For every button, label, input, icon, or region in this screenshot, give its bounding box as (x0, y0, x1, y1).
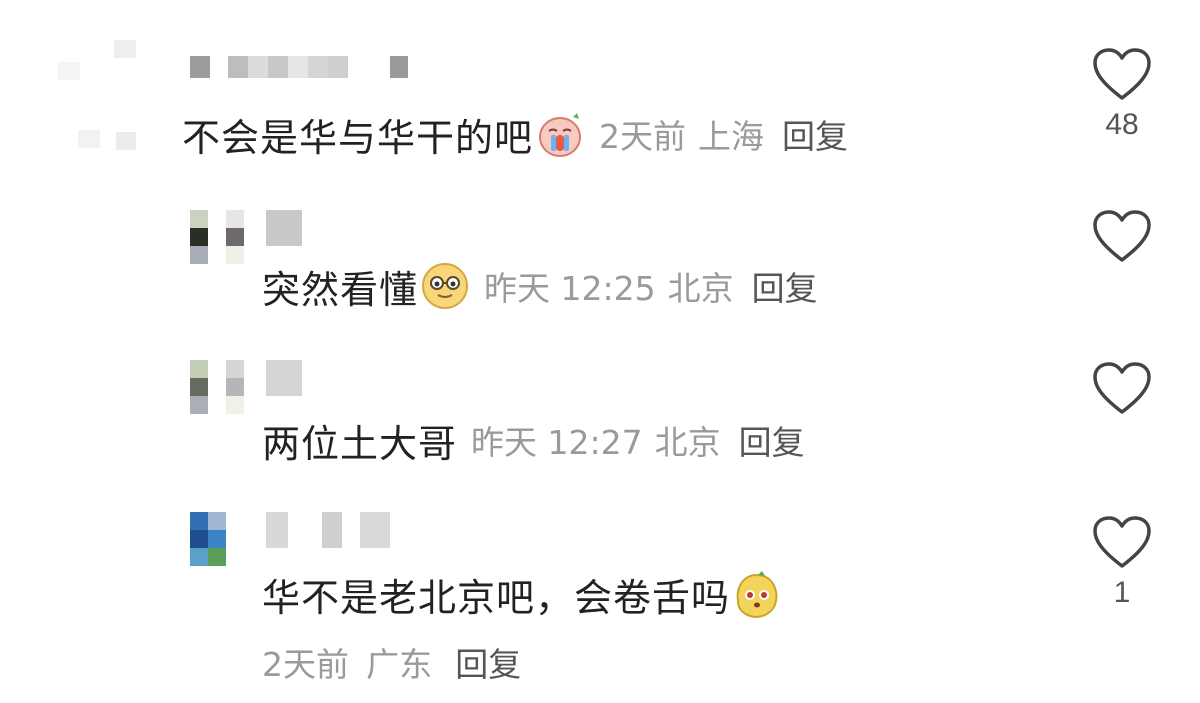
comment-line: 两位土大哥 昨天 12:27 北京 回复 (262, 414, 805, 466)
heart-icon (1093, 516, 1151, 568)
comment-location: 上海 (698, 117, 765, 156)
like-button[interactable] (1090, 210, 1154, 264)
comment-location: 北京 (667, 269, 734, 308)
comment-line: 不会是华与华干的吧 2天前 上海 回复 (182, 108, 848, 160)
comment-location: 北京 (654, 423, 721, 462)
comment-location: 广东 (366, 645, 433, 684)
like-button[interactable]: 1 (1090, 516, 1154, 610)
heart-icon (1093, 362, 1151, 414)
avatar-blurred[interactable] (58, 40, 138, 150)
comment-line: 华不是老北京吧，会卷舌吗 (262, 568, 782, 620)
username-blurred[interactable] (266, 360, 302, 400)
avatar-blurred[interactable] (190, 512, 244, 566)
comment-text: 两位土大哥 (262, 421, 458, 466)
comment-text: 突然看懂 (262, 267, 419, 312)
comment-time: 2天前 (599, 117, 687, 156)
comment-4: 华不是老北京吧，会卷舌吗 2天前 广东 回复 1 (0, 490, 1200, 703)
heart-icon (1093, 210, 1151, 262)
like-button[interactable] (1090, 362, 1154, 416)
comment-time: 昨天 12:27 (471, 423, 643, 462)
username-blurred[interactable] (190, 56, 408, 96)
comment-time: 2天前 (262, 645, 349, 684)
avatar-blurred[interactable] (190, 360, 244, 414)
mango-face-emoji-icon (736, 571, 778, 619)
like-count: 1 (1113, 576, 1131, 609)
comment-1: 不会是华与华干的吧 2天前 上海 回复 48 (0, 0, 1200, 180)
heart-icon (1093, 48, 1151, 100)
crying-face-emoji-icon (539, 113, 582, 157)
username-blurred[interactable] (266, 512, 390, 552)
comment-3: 两位土大哥 昨天 12:27 北京 回复 (0, 330, 1200, 490)
reply-button[interactable]: 回复 (782, 110, 848, 158)
username-blurred[interactable] (266, 210, 302, 250)
comment-2: 突然看懂 昨天 12:25 北京 回复 (0, 180, 1200, 330)
reply-button[interactable]: 回复 (739, 416, 805, 464)
avatar-blurred[interactable] (190, 210, 244, 264)
smug-glasses-emoji-icon (422, 263, 469, 309)
like-button[interactable]: 48 (1090, 48, 1154, 142)
comment-text: 华不是老北京吧，会卷舌吗 (262, 575, 731, 620)
reply-button[interactable]: 回复 (752, 262, 818, 310)
comment-time: 昨天 12:25 (484, 269, 656, 308)
comment-meta-line: 2天前 广东 回复 (262, 638, 521, 686)
like-count: 48 (1105, 108, 1139, 141)
comment-line: 突然看懂 昨天 12:25 北京 回复 (262, 260, 818, 312)
comment-text: 不会是华与华干的吧 (182, 115, 534, 160)
reply-button[interactable]: 回复 (455, 645, 521, 684)
